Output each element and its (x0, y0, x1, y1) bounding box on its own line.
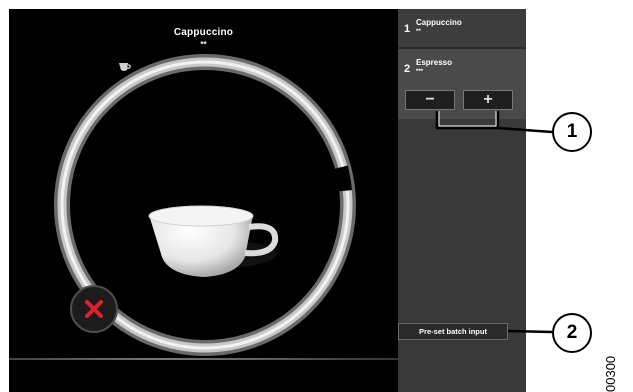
callout-1: 1 (552, 112, 592, 152)
callout-leader-lines (435, 111, 553, 334)
callout-2: 2 (552, 313, 592, 353)
document-id: 00300 (603, 355, 618, 392)
